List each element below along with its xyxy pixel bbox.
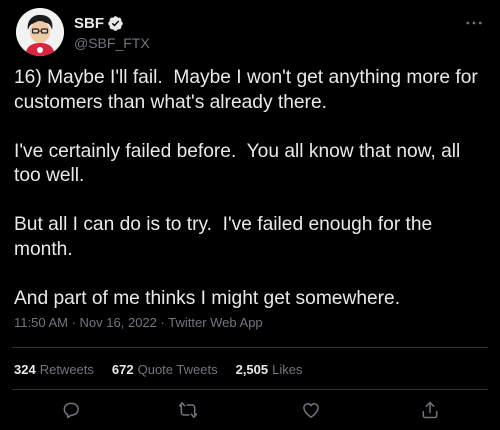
- retweet-icon[interactable]: [178, 400, 198, 420]
- divider: [12, 347, 488, 348]
- more-icon[interactable]: [464, 16, 484, 30]
- author-handle[interactable]: @SBF_FTX: [74, 35, 150, 51]
- author-names: SBF @SBF_FTX: [74, 14, 150, 51]
- display-name-row: SBF: [74, 14, 150, 33]
- likes-label: Likes: [272, 362, 303, 377]
- tweet-meta: 11:50 AM · Nov 16, 2022 · Twitter Web Ap…: [14, 315, 263, 330]
- display-name[interactable]: SBF: [74, 15, 104, 32]
- tweet-text: 16) Maybe I'll fail. Maybe I won't get a…: [14, 66, 492, 336]
- tweet-date[interactable]: Nov 16, 2022: [80, 315, 157, 330]
- likes-count: 2,505: [235, 362, 269, 377]
- avatar[interactable]: [16, 8, 64, 56]
- tweet-actions: [0, 398, 500, 424]
- retweets-stat[interactable]: 324 Retweets: [14, 362, 94, 377]
- tweet-source[interactable]: Twitter Web App: [168, 315, 262, 330]
- tweet-paragraph: But all I can do is to try. I've failed …: [14, 214, 438, 260]
- tweet-stats: 324 Retweets 672 Quote Tweets 2,505 Likes: [14, 362, 303, 377]
- divider: [12, 389, 488, 390]
- quotes-stat[interactable]: 672 Quote Tweets: [112, 362, 218, 377]
- tweet-paragraph: 16) Maybe I'll fail. Maybe I won't get a…: [14, 67, 484, 113]
- tweet: SBF @SBF_FTX 16) Maybe I'll fail. Maybe …: [0, 0, 500, 430]
- meta-separator: ·: [71, 315, 80, 330]
- tweet-header: SBF @SBF_FTX: [16, 8, 484, 56]
- heart-icon[interactable]: [301, 400, 321, 420]
- avatar-icon: [16, 8, 64, 56]
- share-icon[interactable]: [420, 400, 440, 420]
- likes-stat[interactable]: 2,505 Likes: [236, 362, 303, 377]
- quotes-count: 672: [111, 362, 134, 377]
- tweet-time[interactable]: 11:50 AM: [14, 315, 68, 330]
- reply-icon[interactable]: [61, 400, 81, 420]
- tweet-paragraph: I've certainly failed before. You all kn…: [14, 140, 466, 187]
- retweets-label: Retweets: [39, 362, 94, 377]
- tweet-paragraph: And part of me thinks I might get somewh…: [14, 287, 401, 309]
- verified-badge-icon: [107, 15, 124, 32]
- retweets-count: 324: [14, 362, 36, 377]
- quotes-label: Quote Tweets: [137, 362, 218, 377]
